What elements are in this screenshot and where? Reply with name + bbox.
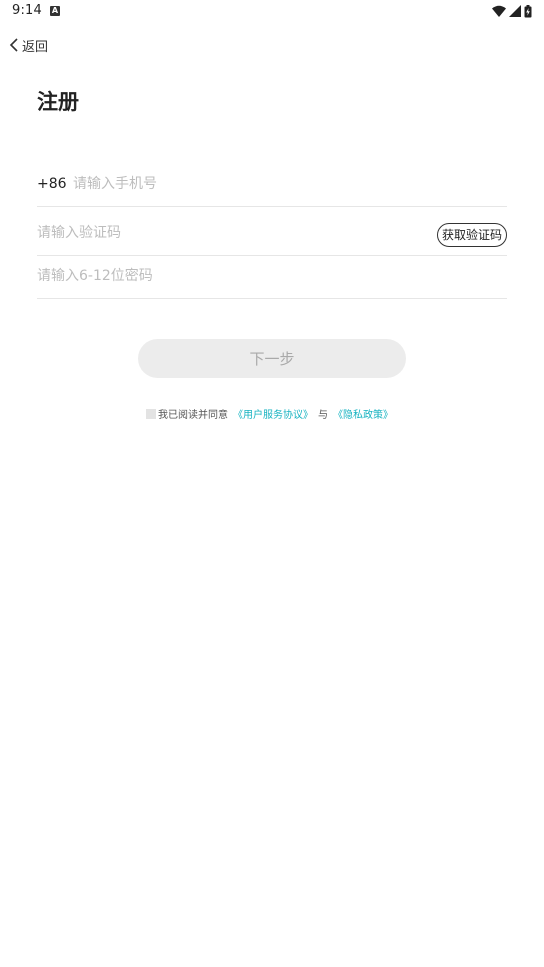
agreement-conjunction: 与 — [318, 410, 328, 421]
get-code-button[interactable]: 获取验证码 — [436, 223, 507, 247]
next-button[interactable]: 下一步 — [138, 339, 406, 378]
agreement-prefix: 我已阅读并同意 — [158, 410, 228, 421]
agreement-checkbox[interactable] — [146, 408, 156, 419]
page-title: 注册 — [37, 90, 79, 114]
back-label: 返回 — [22, 39, 49, 55]
country-code[interactable]: +86 — [37, 176, 67, 192]
status-time: 9:14 — [12, 3, 42, 18]
user-agreement-link[interactable]: 《用户服务协议》 — [233, 406, 313, 421]
password-input[interactable] — [37, 266, 497, 286]
chevron-left-icon — [9, 38, 18, 52]
back-button[interactable]: 返回 — [8, 34, 48, 56]
phone-input[interactable] — [73, 174, 493, 194]
privacy-policy-link[interactable]: 《隐私政策》 — [333, 406, 393, 421]
phone-field: +86 — [37, 164, 507, 207]
password-field — [37, 256, 507, 299]
status-bar: 9:14 A — [0, 0, 544, 24]
verification-code-input[interactable] — [37, 223, 417, 243]
verification-code-field: 获取验证码 — [37, 213, 507, 256]
wifi-icon — [492, 5, 506, 17]
a-letter-icon: A — [50, 6, 60, 16]
battery-charging-icon — [524, 4, 532, 17]
agreement: 我已阅读并同意 《用户服务协议》 与 《隐私政策》 — [0, 406, 544, 421]
signal-icon — [509, 5, 521, 17]
status-icons — [492, 4, 532, 18]
